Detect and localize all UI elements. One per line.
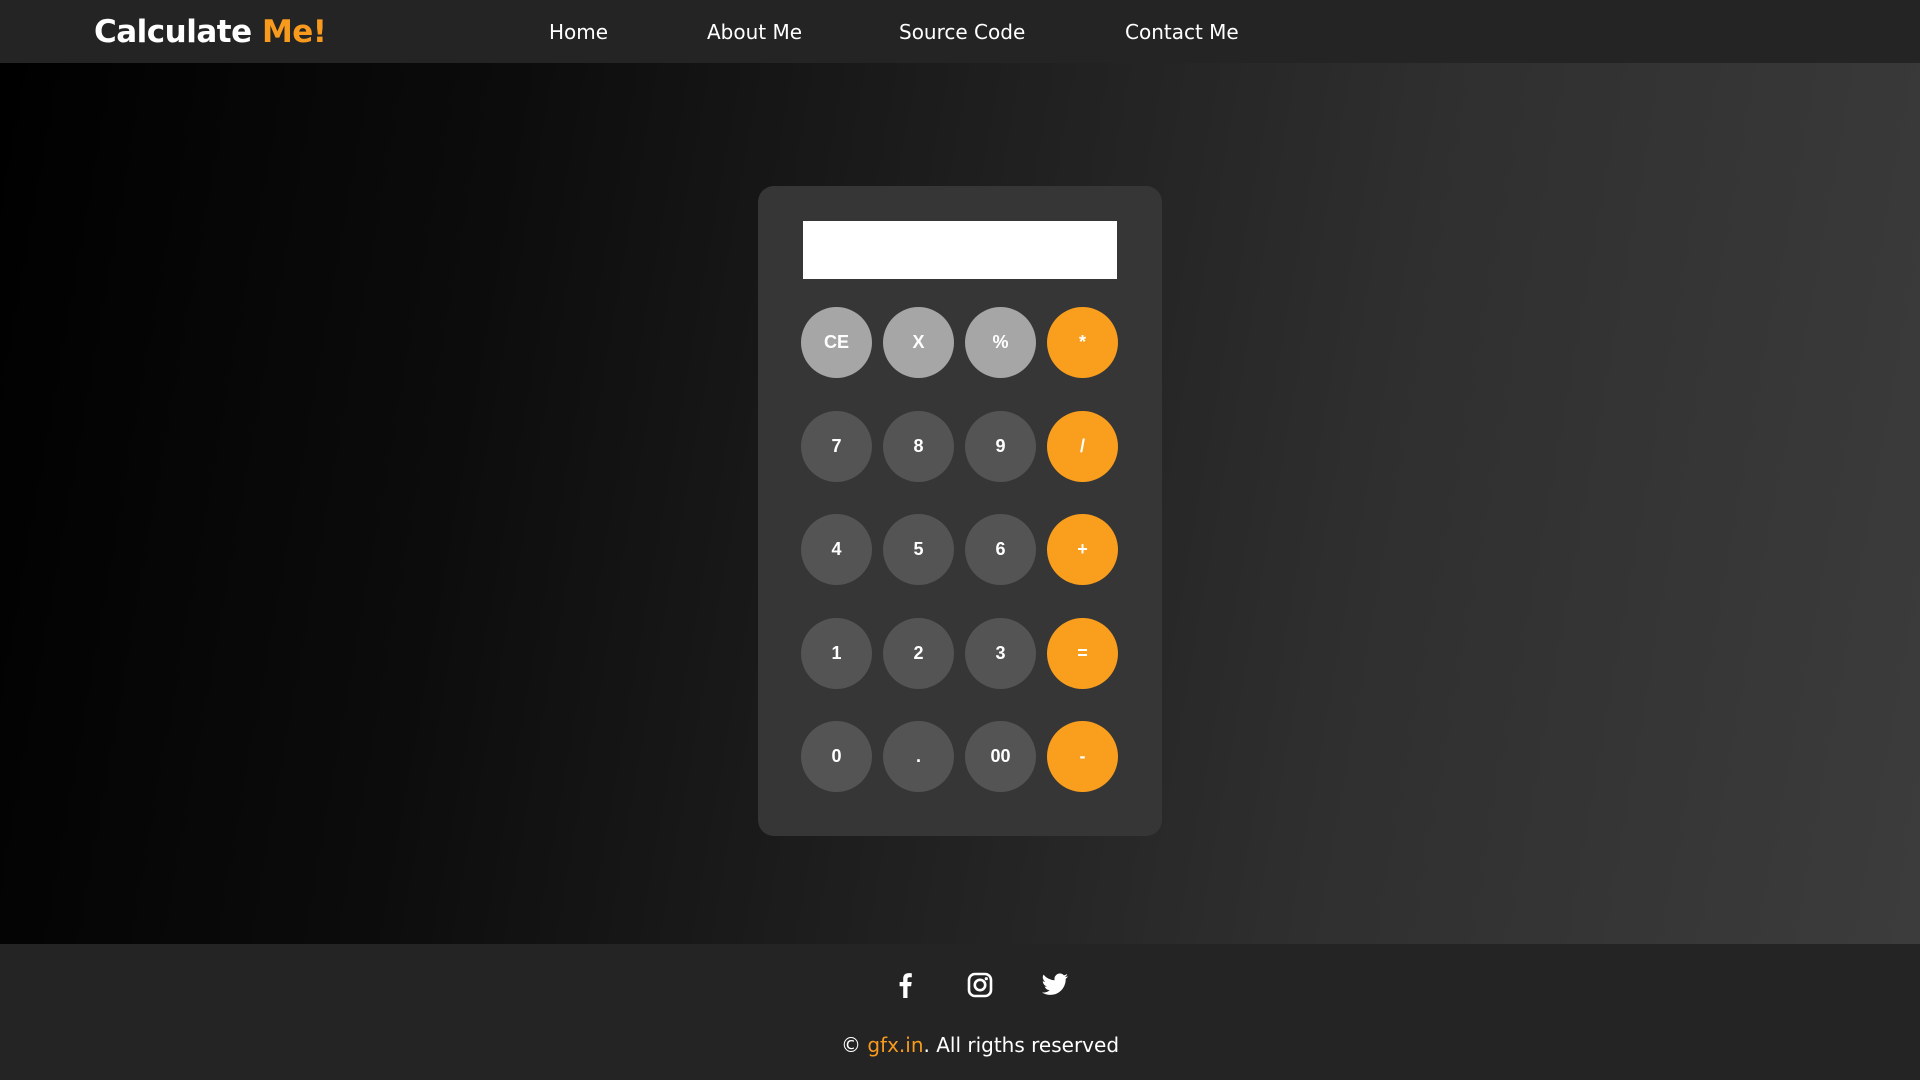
key-8-button[interactable]: 8 <box>883 411 954 482</box>
key-1-button[interactable]: 1 <box>801 618 872 689</box>
key-equals-button[interactable]: = <box>1047 618 1118 689</box>
key-subtract-button[interactable]: - <box>1047 721 1118 792</box>
key-9-button[interactable]: 9 <box>965 411 1036 482</box>
nav-menu: Home About Me Source Code Contact Me <box>0 0 1920 63</box>
key-3-button[interactable]: 3 <box>965 618 1036 689</box>
copyright: © gfx.in. All rigths reserved <box>0 1033 1920 1057</box>
nav-home[interactable]: Home <box>549 20 608 44</box>
nav-about-me[interactable]: About Me <box>707 20 802 44</box>
key-clear-entry-button[interactable]: CE <box>801 307 872 378</box>
copyright-text: . All rigths reserved <box>923 1033 1120 1057</box>
key-decimal-button[interactable]: . <box>883 721 954 792</box>
twitter-icon[interactable] <box>1040 970 1070 1000</box>
main-area: CE X% * 7 8 9/ 4 5 6 +1 2 3 = 0. 00- <box>0 63 1920 944</box>
key-2-button[interactable]: 2 <box>883 618 954 689</box>
copyright-symbol: © <box>840 1033 861 1057</box>
instagram-icon[interactable] <box>965 970 995 1000</box>
navbar: Calculate Me! Home About Me Source Code … <box>0 0 1920 63</box>
key-add-button[interactable]: + <box>1047 514 1118 585</box>
key-multiply-button[interactable]: * <box>1047 307 1118 378</box>
key-7-button[interactable]: 7 <box>801 411 872 482</box>
footer: © gfx.in. All rigths reserved <box>0 944 1920 1080</box>
key-backspace-button[interactable]: X <box>883 307 954 378</box>
key-percent-button[interactable]: % <box>965 307 1036 378</box>
site-link[interactable]: gfx.in <box>867 1033 923 1057</box>
social-links <box>0 970 1920 1002</box>
key-divide-button[interactable]: / <box>1047 411 1118 482</box>
facebook-icon[interactable] <box>890 970 920 1000</box>
key-double-zero-button[interactable]: 00 <box>965 721 1036 792</box>
key-4-button[interactable]: 4 <box>801 514 872 585</box>
calculator-keypad: CE X% * 7 8 9/ 4 5 6 +1 2 3 = 0. 00- <box>758 186 1162 836</box>
calculator: CE X% * 7 8 9/ 4 5 6 +1 2 3 = 0. 00- <box>758 186 1162 836</box>
nav-contact-me[interactable]: Contact Me <box>1125 20 1239 44</box>
key-0-button[interactable]: 0 <box>801 721 872 792</box>
nav-source-code[interactable]: Source Code <box>899 20 1025 44</box>
key-6-button[interactable]: 6 <box>965 514 1036 585</box>
key-5-button[interactable]: 5 <box>883 514 954 585</box>
